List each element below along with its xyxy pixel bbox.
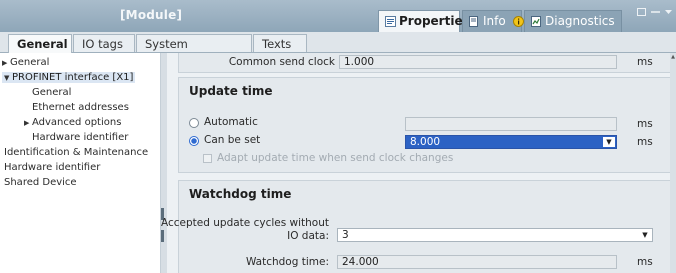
common-send-clock-section: Common send clock 1.000 ms: [178, 53, 676, 73]
nav-item-advanced-options[interactable]: ▶ Advanced options: [24, 117, 121, 128]
adapt-update-time-label: Adapt update time when send clock change…: [217, 152, 454, 164]
subtab-general[interactable]: General: [8, 34, 72, 53]
tab-properties[interactable]: Properties: [378, 10, 470, 32]
adapt-update-time-checkbox[interactable]: [203, 154, 212, 163]
update-time-dropdown[interactable]: 8.000 ▼: [405, 135, 617, 149]
nav-item-interface-hardware-identifier[interactable]: Hardware identifier: [32, 132, 128, 143]
accepted-cycles-dropdown[interactable]: 3 ▼: [337, 228, 653, 242]
common-send-clock-label: Common send clock: [228, 56, 335, 68]
common-send-clock-field: 1.000: [339, 55, 617, 69]
diagnostics-icon: [531, 16, 542, 30]
automatic-time-field: [405, 117, 617, 131]
subtab-system-constants[interactable]: System constants: [136, 34, 252, 65]
can-be-set-radio[interactable]: [189, 136, 199, 146]
expand-arrow-icon[interactable]: ▶: [2, 59, 10, 67]
watchdog-section: Watchdog time Accepted update cycles wit…: [161, 180, 676, 273]
accepted-cycles-label-line1: Accepted update cycles without: [161, 217, 329, 229]
dropdown-arrow-icon[interactable]: ▼: [603, 137, 615, 147]
minimize-icon[interactable]: [650, 8, 665, 19]
nav-item-profinet-interface[interactable]: ▼ PROFINET interface [X1]: [2, 72, 136, 83]
common-send-clock-unit: ms: [637, 56, 653, 68]
expand-arrow-icon[interactable]: ▶: [24, 119, 32, 127]
tab-info-label: Info: [483, 14, 506, 28]
scroll-up-icon[interactable]: ▲: [670, 54, 676, 62]
info-page-icon: [469, 16, 480, 30]
info-icon: [512, 16, 524, 30]
tab-diagnostics[interactable]: Diagnostics: [524, 10, 622, 32]
splitter-grip[interactable]: [161, 230, 164, 242]
automatic-unit: ms: [637, 118, 653, 130]
watchdog-time-unit: ms: [637, 256, 653, 268]
vertical-scrollbar[interactable]: [670, 53, 676, 273]
nav-item-identification-maintenance[interactable]: Identification & Maintenance: [4, 147, 148, 158]
dropdown-arrow-icon[interactable]: ▼: [639, 230, 651, 240]
watchdog-time-field: 24.000: [337, 255, 617, 269]
accepted-cycles-label-line2: IO data:: [287, 230, 329, 242]
properties-content: Common send clock 1.000 ms Update time A…: [161, 53, 676, 273]
chevron-down-icon[interactable]: [665, 8, 672, 19]
nav-item-hardware-identifier[interactable]: Hardware identifier: [4, 162, 100, 173]
watchdog-title: Watchdog time: [189, 187, 292, 201]
tab-diagnostics-label: Diagnostics: [545, 14, 615, 28]
automatic-radio[interactable]: [189, 118, 199, 128]
tab-info[interactable]: Info: [462, 10, 524, 32]
window-controls: [636, 8, 672, 19]
subtab-texts[interactable]: Texts: [253, 34, 307, 52]
nav-item-interface-general[interactable]: General: [32, 87, 71, 98]
properties-tabstrip: General IO tags System constants Texts: [0, 32, 676, 65]
automatic-label: Automatic: [204, 116, 258, 128]
watchdog-time-label: Watchdog time:: [245, 256, 329, 268]
collapse-arrow-icon[interactable]: ▼: [4, 74, 12, 82]
update-time-title: Update time: [189, 84, 273, 98]
inspector-titlebar: [Module] Properties Info Diagnostics: [0, 0, 676, 32]
tab-properties-label: Properties: [399, 14, 470, 28]
navigation-tree: ▶ General ▼ PROFINET interface [X1] Genera…: [0, 53, 161, 273]
nav-item-shared-device[interactable]: Shared Device: [4, 177, 77, 188]
can-be-set-unit: ms: [637, 136, 653, 148]
nav-item-ethernet-addresses[interactable]: Ethernet addresses: [32, 102, 129, 113]
nav-item-general[interactable]: ▶ General: [2, 57, 49, 68]
properties-icon: [385, 16, 396, 30]
update-time-section: Update time Automatic ms Can be set 8.00…: [178, 77, 676, 173]
module-title: [Module]: [120, 8, 183, 22]
subtab-io-tags[interactable]: IO tags: [73, 34, 135, 52]
can-be-set-label: Can be set: [204, 134, 261, 146]
restore-icon[interactable]: [636, 8, 651, 19]
